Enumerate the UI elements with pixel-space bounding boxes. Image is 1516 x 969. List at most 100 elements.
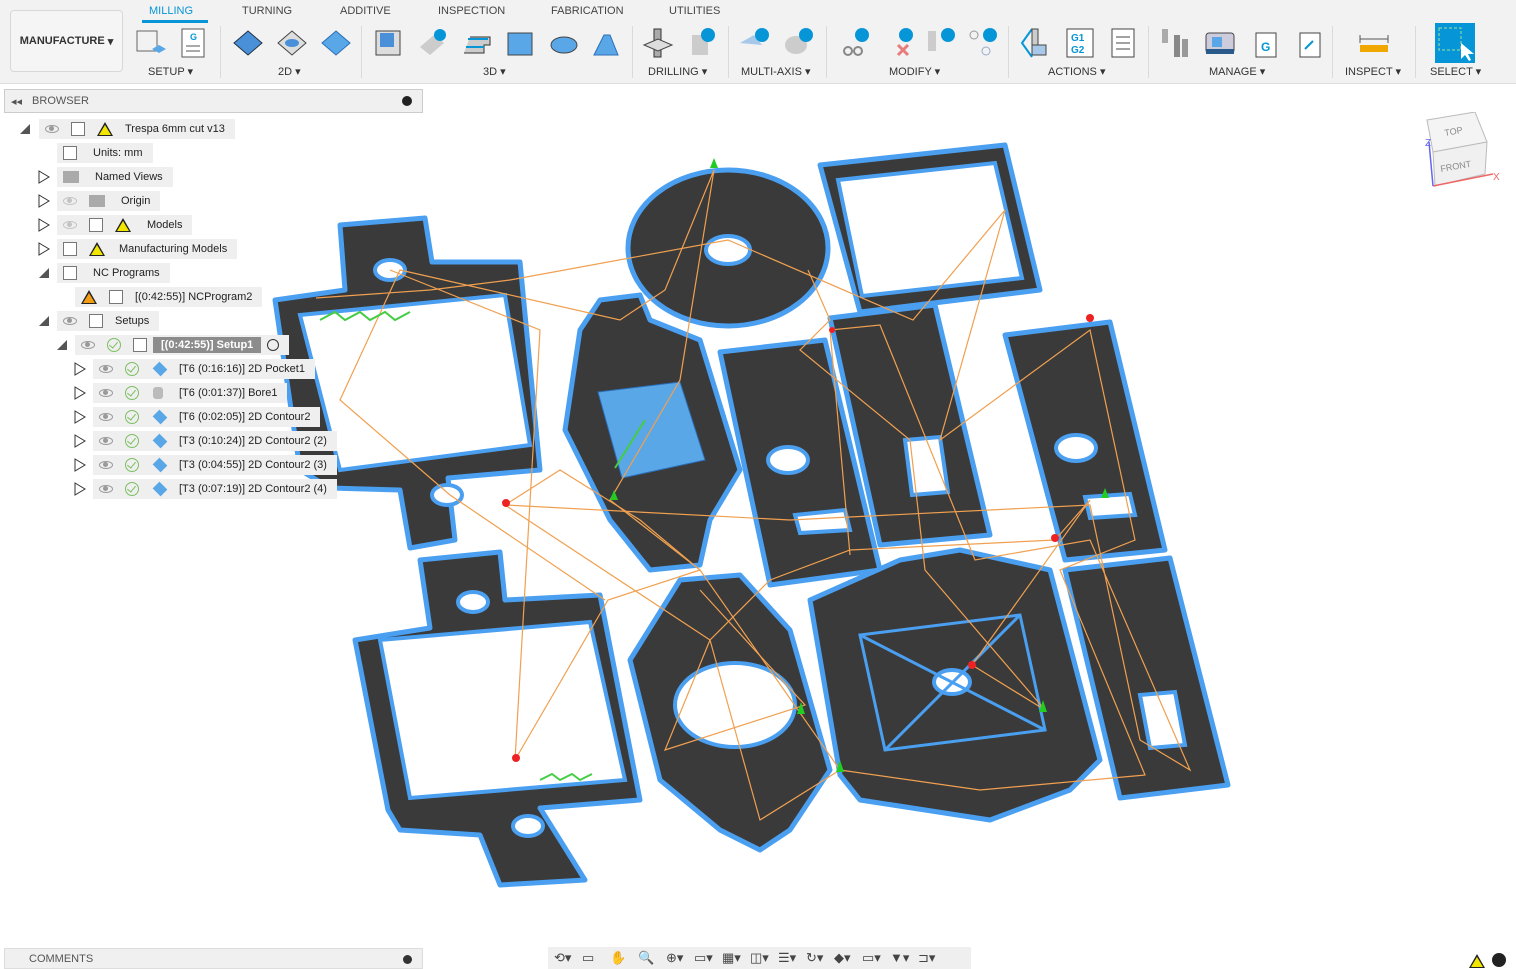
tool-change-icon[interactable]: [924, 27, 956, 59]
fit-icon[interactable]: ⊕▾: [666, 951, 688, 965]
orbit-icon[interactable]: ⟲▾: [554, 951, 576, 965]
measure-icon[interactable]: [1358, 27, 1390, 59]
collapse-icon[interactable]: [19, 122, 31, 136]
visibility-icon[interactable]: [45, 125, 59, 133]
group-setup[interactable]: SETUP: [148, 66, 184, 78]
hidden-icon[interactable]: [63, 197, 77, 205]
swarf-icon[interactable]: [738, 27, 770, 59]
tab-inspection[interactable]: INSPECTION: [438, 5, 505, 17]
visibility-icon[interactable]: [99, 437, 113, 445]
machine-display-icon[interactable]: ▭▾: [862, 951, 884, 965]
nc-program-icon[interactable]: G: [178, 27, 210, 59]
move-entry-icon[interactable]: [966, 27, 998, 59]
group-multi-axis[interactable]: MULTI-AXIS: [741, 66, 802, 78]
comments-panel[interactable]: COMMENTS: [4, 948, 423, 969]
hole-recognition-icon[interactable]: [686, 27, 718, 59]
group-select[interactable]: SELECT: [1430, 66, 1473, 78]
expand-icon[interactable]: [74, 458, 86, 472]
group-actions[interactable]: ACTIONS: [1048, 66, 1097, 78]
tree-setup1[interactable]: [(0:42:55)] Setup1: [75, 335, 290, 355]
stock-icon[interactable]: ☰▾: [778, 951, 800, 965]
simulate-icon[interactable]: [1020, 27, 1052, 59]
expand-icon[interactable]: [74, 386, 86, 400]
visibility-icon[interactable]: [99, 365, 113, 373]
3d-contour-icon[interactable]: [590, 27, 622, 59]
operation-2d-contour2[interactable]: [T6 (0:02:05)] 2D Contour2: [93, 407, 321, 427]
operation-2d-pocket1[interactable]: [T6 (0:16:16)] 2D Pocket1: [93, 359, 315, 379]
group-3d[interactable]: 3D: [483, 66, 497, 78]
new-setup-icon[interactable]: [134, 27, 166, 59]
group-inspect[interactable]: INSPECT: [1345, 66, 1392, 78]
drill-icon[interactable]: [642, 27, 674, 59]
2d-contour-icon[interactable]: [320, 27, 352, 59]
3d-viewport[interactable]: [0, 85, 1516, 945]
tab-milling[interactable]: MILLING: [149, 5, 193, 17]
collapse-icon[interactable]: [56, 338, 68, 352]
delete-toolpath-icon[interactable]: [882, 27, 914, 59]
hidden-icon[interactable]: [63, 221, 77, 229]
look-at-icon[interactable]: ▭: [582, 951, 604, 965]
visibility-icon[interactable]: [99, 461, 113, 469]
tree-named-views[interactable]: Named Views: [57, 167, 173, 187]
activate-setup-icon[interactable]: [267, 339, 280, 351]
collapse-icon[interactable]: [38, 314, 50, 328]
operation-bore1[interactable]: [T6 (0:01:37)] Bore1: [93, 383, 288, 403]
tab-additive[interactable]: ADDITIVE: [340, 5, 391, 17]
tree-origin[interactable]: Origin: [57, 191, 161, 211]
group-2d[interactable]: 2D: [278, 66, 292, 78]
tree-manufacturing-models[interactable]: Manufacturing Models: [57, 239, 238, 259]
model-display-icon[interactable]: ◆▾: [834, 951, 856, 965]
warning-status-icon[interactable]: [1469, 954, 1485, 968]
3d-adaptive-icon[interactable]: [372, 27, 404, 59]
operation-2d-contour2-3[interactable]: [T3 (0:04:55)] 2D Contour2 (3): [93, 455, 337, 475]
visibility-icon[interactable]: [99, 389, 113, 397]
tree-nc-programs[interactable]: NC Programs: [57, 263, 170, 283]
post-process-icon[interactable]: G1G2: [1064, 27, 1096, 59]
tab-fabrication[interactable]: FABRICATION: [551, 5, 624, 17]
zoom-icon[interactable]: 🔍: [638, 951, 660, 965]
browser-options-icon[interactable]: [402, 96, 412, 106]
pan-icon[interactable]: ✋: [610, 951, 632, 965]
tree-setups[interactable]: Setups: [57, 311, 160, 331]
tool-library-icon[interactable]: [1160, 27, 1192, 59]
visibility-icon[interactable]: [63, 317, 77, 325]
tab-turning[interactable]: TURNING: [242, 5, 292, 17]
expand-icon[interactable]: [74, 362, 86, 376]
visibility-icon[interactable]: [99, 413, 113, 421]
setup-sheet-icon[interactable]: [1108, 27, 1140, 59]
group-modify[interactable]: MODIFY: [889, 66, 932, 78]
3d-scallop-icon[interactable]: [548, 27, 580, 59]
machine-library-icon[interactable]: [1204, 27, 1236, 59]
operation-2d-contour2-2[interactable]: [T3 (0:10:24)] 2D Contour2 (2): [93, 431, 337, 451]
2d-pocket-icon[interactable]: [276, 27, 308, 59]
tree-models[interactable]: Models: [57, 215, 193, 235]
select-icon[interactable]: [1435, 23, 1475, 63]
trim-icon[interactable]: [838, 27, 870, 59]
expand-icon[interactable]: [74, 410, 86, 424]
expand-icon[interactable]: [38, 194, 50, 208]
group-manage[interactable]: MANAGE: [1209, 66, 1257, 78]
2d-adaptive-icon[interactable]: [232, 27, 264, 59]
display-settings-icon[interactable]: ▭▾: [694, 951, 716, 965]
toolpath-display-icon[interactable]: ⊐▾: [918, 951, 940, 965]
workspace-switcher[interactable]: MANUFACTURE ▾: [10, 10, 123, 72]
viewcube[interactable]: TOP FRONT X Z: [1425, 112, 1505, 192]
collapse-browser-icon[interactable]: ◂◂: [11, 95, 22, 108]
operation-2d-contour2-4[interactable]: [T3 (0:07:19)] 2D Contour2 (4): [93, 479, 337, 499]
tree-root[interactable]: Trespa 6mm cut v13: [39, 119, 235, 139]
refresh-icon[interactable]: ↻▾: [806, 951, 828, 965]
tree-units[interactable]: Units: mm: [57, 143, 153, 163]
3d-pocket-icon[interactable]: [416, 27, 448, 59]
template-library-icon[interactable]: [1292, 27, 1324, 59]
notification-icon[interactable]: [1492, 953, 1506, 967]
post-library-icon[interactable]: G: [1248, 27, 1280, 59]
expand-icon[interactable]: [38, 218, 50, 232]
expand-icon[interactable]: [74, 434, 86, 448]
viewports-icon[interactable]: ◫▾: [750, 951, 772, 965]
tool-display-icon[interactable]: ▼▾: [890, 951, 912, 965]
group-drilling[interactable]: DRILLING: [648, 66, 699, 78]
grid-icon[interactable]: ▦▾: [722, 951, 744, 965]
expand-icon[interactable]: [38, 242, 50, 256]
expand-icon[interactable]: [38, 170, 50, 184]
expand-icon[interactable]: [74, 482, 86, 496]
